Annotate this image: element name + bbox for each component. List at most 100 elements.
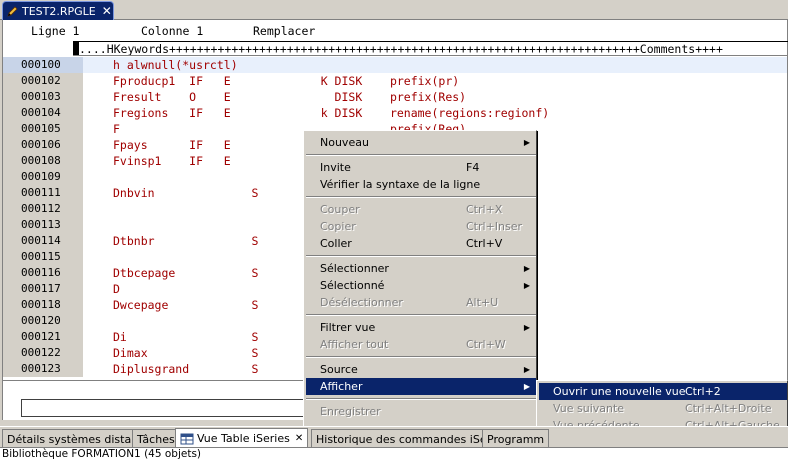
menu-item-label: Désélectionner — [320, 296, 403, 309]
source-text[interactable]: D — [113, 281, 120, 297]
sequence-number: 000116 — [3, 265, 83, 281]
view-tab-t-ches[interactable]: Tâches — [132, 429, 180, 448]
source-line[interactable]: 000100 h alwnull(*usrctl) — [3, 57, 787, 73]
source-line[interactable]: 000103 Fresult O E DISK prefix(Res) — [3, 89, 787, 105]
source-text[interactable]: Dtbnbr S — [113, 233, 258, 249]
sequence-number: 000118 — [3, 297, 83, 313]
submenu-item-ouvrir-une-nouvelle-vue[interactable]: Ouvrir une nouvelle vue Ctrl+2 — [539, 383, 787, 400]
view-tab-label: Programm — [487, 432, 545, 446]
menu-item-nouveau[interactable]: Nouveau ▶ — [306, 134, 536, 151]
source-text[interactable]: Dnbvin S — [113, 185, 258, 201]
menu-separator — [306, 154, 536, 156]
sequence-number: 000111 — [3, 185, 83, 201]
menu-item-enregistrer[interactable]: Enregistrer — [306, 403, 536, 420]
view-tab-label: Historique des commandes iSeries — [316, 432, 507, 446]
command-input[interactable] — [21, 399, 321, 417]
submenu-arrow-icon: ▶ — [523, 382, 530, 391]
sequence-number: 000109 — [3, 169, 83, 185]
sequence-number: 000102 — [3, 73, 83, 89]
source-text[interactable]: Diplusgrand S — [113, 361, 258, 377]
source-line[interactable]: 000102 Fproducp1 IF E K DISK prefix(pr) — [3, 73, 787, 89]
status-bar: Bibliothèque FORMATION1 (45 objets) — [0, 447, 788, 460]
source-text[interactable]: Dimax S — [113, 345, 258, 361]
source-text[interactable]: Fproducp1 IF E K DISK prefix(pr) — [113, 73, 459, 89]
source-text[interactable]: h alwnull(*usrctl) — [113, 57, 238, 73]
menu-item-source[interactable]: Source ▶ — [306, 361, 536, 378]
submenu-arrow-icon: ▶ — [523, 323, 530, 332]
editor-tab-test2[interactable]: TEST2.RPGLE ✕ — [2, 1, 114, 20]
menu-item-shortcut: F4 — [466, 161, 480, 174]
pencil-icon — [7, 6, 18, 17]
menu-item-label: Ouvrir une nouvelle vue — [553, 385, 686, 398]
editor-tab-strip: TEST2.RPGLE ✕ — [0, 0, 788, 20]
menu-item-label: Nouveau — [320, 136, 369, 149]
view-tab-label: Vue Table iSeries — [197, 432, 290, 445]
menu-item-invite[interactable]: Invite F4 — [306, 159, 536, 176]
menu-item-d-s-lectionner[interactable]: Désélectionner Alt+U — [306, 294, 536, 311]
menu-item-label: Vue suivante — [553, 402, 625, 415]
menu-item-label: Invite — [320, 161, 351, 174]
source-text[interactable]: Di S — [113, 329, 258, 345]
sequence-number: 000121 — [3, 329, 83, 345]
view-tab-programm[interactable]: Programm — [482, 429, 550, 448]
source-text[interactable]: Dtbcepage S — [113, 265, 258, 281]
context-menu: Nouveau ▶ Invite F4 Vérifier la syntaxe de l… — [303, 130, 537, 430]
column-indicator: Colonne 1 — [141, 24, 204, 38]
menu-item-shortcut: Ctrl+2 — [685, 385, 721, 398]
menu-item-filtrer-vue[interactable]: Filtrer vue ▶ — [306, 319, 536, 336]
view-tab-label: Détails systèmes distants — [7, 432, 149, 446]
menu-item-s-lectionn-[interactable]: Sélectionné ▶ — [306, 277, 536, 294]
source-text[interactable]: Dwcepage S — [113, 297, 258, 313]
close-icon[interactable]: ✕ — [102, 4, 112, 18]
view-tab-strip: Détails systèmes distants Tâches Vue Table… — [0, 426, 788, 448]
view-tab-vue-table-iseries[interactable]: Vue Table iSeries ✕ — [175, 428, 309, 448]
menu-separator — [306, 196, 536, 198]
sequence-number: 000117 — [3, 281, 83, 297]
source-line[interactable]: 000104 Fregions IF E k DISK rename(region… — [3, 105, 787, 121]
submenu-item-vue-suivante[interactable]: Vue suivante Ctrl+Alt+Droite — [539, 400, 787, 417]
menu-item-shortcut: Ctrl+W — [466, 338, 506, 351]
line-indicator: Ligne 1 — [31, 24, 80, 38]
menu-item-s-lectionner[interactable]: Sélectionner ▶ — [306, 260, 536, 277]
menu-item-label: Vérifier la syntaxe de la ligne — [320, 178, 481, 191]
close-icon[interactable]: ✕ — [295, 433, 303, 444]
menu-item-label: Coller — [320, 237, 352, 250]
source-text[interactable]: Fresult O E DISK prefix(Res) — [113, 89, 466, 105]
menu-item-label: Afficher — [320, 380, 363, 393]
menu-item-shortcut: Alt+U — [466, 296, 499, 309]
insert-mode-indicator: Remplacer — [253, 24, 316, 38]
menu-item-shortcut: Ctrl+Alt+Droite — [685, 402, 772, 415]
table-view-icon — [180, 433, 194, 444]
submenu-arrow-icon: ▶ — [523, 365, 530, 374]
menu-item-couper[interactable]: Couper Ctrl+X — [306, 201, 536, 218]
menu-separator — [306, 398, 536, 400]
menu-item-label: Source — [320, 363, 358, 376]
source-text[interactable]: Fregions IF E k DISK rename(regions:regi… — [113, 105, 549, 121]
view-tab-d-tails-syst-mes-distants[interactable]: Détails systèmes distants — [2, 429, 154, 448]
menu-item-label: Sélectionné — [320, 279, 385, 292]
source-text[interactable]: Fvinsp1 IF E — [113, 153, 231, 169]
menu-item-afficher-tout[interactable]: Afficher tout Ctrl+W — [306, 336, 536, 353]
editor-tab-title: TEST2.RPGLE — [22, 4, 96, 18]
menu-separator — [306, 356, 536, 358]
sequence-number: 000112 — [3, 201, 83, 217]
menu-item-shortcut: Ctrl+Inser — [466, 220, 523, 233]
sequence-number: 000120 — [3, 313, 83, 329]
menu-item-label: Afficher tout — [320, 338, 389, 351]
menu-item-v-rifier-la-syntaxe-de-la-ligne[interactable]: Vérifier la syntaxe de la ligne — [306, 176, 536, 193]
submenu-arrow-icon: ▶ — [523, 264, 530, 273]
menu-item-label: Enregistrer — [320, 405, 381, 418]
menu-item-label: Filtrer vue — [320, 321, 376, 334]
menu-item-afficher[interactable]: Afficher ▶ — [306, 378, 536, 395]
menu-item-label: Copier — [320, 220, 356, 233]
sequence-number: 000104 — [3, 105, 83, 121]
sequence-number: 000113 — [3, 217, 83, 233]
menu-item-label: Sélectionner — [320, 262, 389, 275]
sequence-number: 000122 — [3, 345, 83, 361]
submenu-arrow-icon: ▶ — [523, 138, 530, 147]
menu-item-coller[interactable]: Coller Ctrl+V — [306, 235, 536, 252]
menu-separator — [306, 255, 536, 257]
menu-item-shortcut: Ctrl+V — [466, 237, 503, 250]
menu-item-copier[interactable]: Copier Ctrl+Inser — [306, 218, 536, 235]
sequence-number: 000123 — [3, 361, 83, 377]
